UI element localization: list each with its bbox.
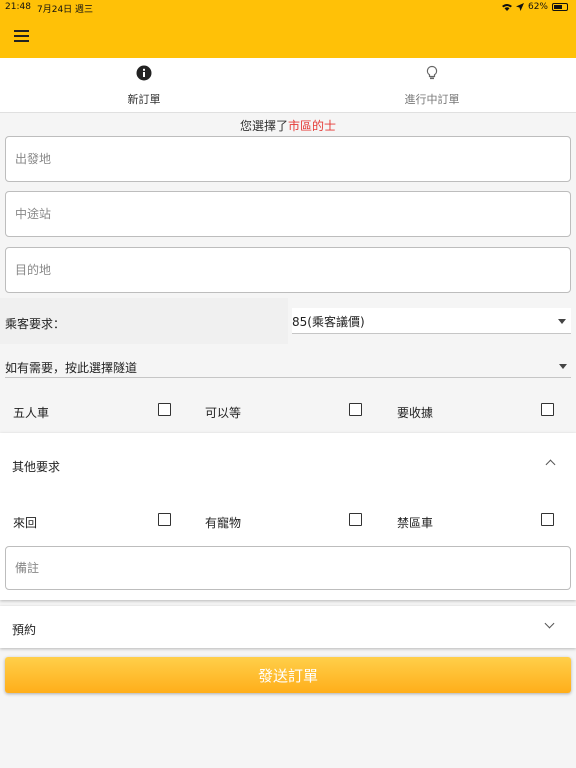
tab-label: 進行中訂單 bbox=[404, 93, 460, 106]
passenger-request-row: 乘客要求： 85(乘客議價) bbox=[0, 298, 576, 344]
option-label: 有寵物 bbox=[205, 516, 242, 530]
note-input[interactable] bbox=[6, 547, 570, 589]
restricted-zone-checkbox[interactable] bbox=[541, 513, 554, 526]
destination-input[interactable] bbox=[6, 248, 570, 292]
round-trip-checkbox[interactable] bbox=[158, 513, 171, 526]
order-form: 您選擇了市區的士 乘客要求： 85(乘客議價) 如有需要，按此選擇隧道 五人車 … bbox=[0, 113, 576, 768]
hamburger-menu-icon[interactable] bbox=[14, 30, 29, 42]
option-label: 五人車 bbox=[13, 406, 50, 420]
other-requests-panel: 其他要求 來回 有寵物 禁區車 bbox=[0, 433, 576, 600]
can-wait-checkbox[interactable] bbox=[349, 403, 362, 416]
dropdown-arrow-icon bbox=[559, 364, 567, 369]
selected-service-note: 您選擇了市區的士 bbox=[0, 117, 576, 134]
wifi-icon bbox=[501, 4, 512, 11]
tab-ongoing-orders[interactable]: 進行中訂單 bbox=[288, 58, 576, 113]
option-can-wait[interactable]: 可以等 bbox=[205, 390, 385, 430]
stopover-field[interactable] bbox=[5, 191, 571, 237]
note-field[interactable] bbox=[5, 546, 571, 590]
departure-field[interactable] bbox=[5, 136, 571, 182]
lightbulb-icon bbox=[426, 65, 438, 80]
option-receipt[interactable]: 要收據 bbox=[397, 390, 567, 430]
booking-panel[interactable]: 預約 bbox=[0, 606, 576, 648]
tunnel-select[interactable]: 如有需要，按此選擇隧道 bbox=[5, 353, 571, 378]
stopover-input[interactable] bbox=[6, 192, 570, 236]
chevron-down-icon[interactable] bbox=[544, 618, 555, 629]
selected-prefix: 您選擇了 bbox=[239, 119, 288, 133]
info-icon bbox=[136, 65, 152, 81]
selected-service: 市區的士 bbox=[288, 119, 337, 133]
option-label: 可以等 bbox=[205, 406, 242, 420]
tunnel-label: 如有需要，按此選擇隧道 bbox=[5, 361, 138, 375]
other-requests-title: 其他要求 bbox=[12, 460, 61, 474]
location-arrow-icon bbox=[515, 3, 524, 11]
destination-field[interactable] bbox=[5, 247, 571, 293]
app-bar bbox=[0, 16, 576, 58]
departure-input[interactable] bbox=[6, 137, 570, 181]
status-date: 7月24日 週三 bbox=[37, 5, 94, 15]
pet-checkbox[interactable] bbox=[349, 513, 362, 526]
status-time: 21:48 bbox=[5, 2, 31, 12]
option-round-trip[interactable]: 來回 bbox=[13, 500, 193, 540]
passenger-request-label: 乘客要求： bbox=[0, 298, 288, 344]
tab-bar: 新訂單 進行中訂單 bbox=[0, 58, 576, 171]
status-bar: 21:48 7月24日 週三 62% bbox=[0, 0, 576, 16]
battery-icon bbox=[552, 3, 568, 11]
dropdown-arrow-icon bbox=[558, 319, 566, 324]
receipt-checkbox[interactable] bbox=[541, 403, 554, 416]
option-label: 禁區車 bbox=[397, 516, 434, 530]
status-indicators: 62% bbox=[501, 2, 568, 12]
battery-percent: 62% bbox=[527, 2, 548, 12]
option-label: 要收據 bbox=[397, 406, 434, 420]
option-pet[interactable]: 有寵物 bbox=[205, 500, 385, 540]
tab-label: 新訂單 bbox=[127, 93, 161, 106]
five-seater-checkbox[interactable] bbox=[158, 403, 171, 416]
option-five-seater[interactable]: 五人車 bbox=[13, 390, 193, 430]
submit-order-button[interactable]: 發送訂單 bbox=[5, 657, 571, 693]
passenger-request-select[interactable]: 85(乘客議價) bbox=[292, 308, 571, 334]
other-options-row: 來回 有寵物 禁區車 bbox=[0, 500, 576, 540]
passenger-request-value: 85(乘客議價) bbox=[292, 315, 365, 329]
chevron-up-icon[interactable] bbox=[545, 459, 556, 470]
booking-label: 預約 bbox=[12, 623, 37, 637]
option-restricted-zone[interactable]: 禁區車 bbox=[397, 500, 567, 540]
option-label: 來回 bbox=[13, 516, 38, 530]
options-row: 五人車 可以等 要收據 bbox=[0, 390, 576, 430]
tab-new-order[interactable]: 新訂單 bbox=[0, 58, 288, 113]
